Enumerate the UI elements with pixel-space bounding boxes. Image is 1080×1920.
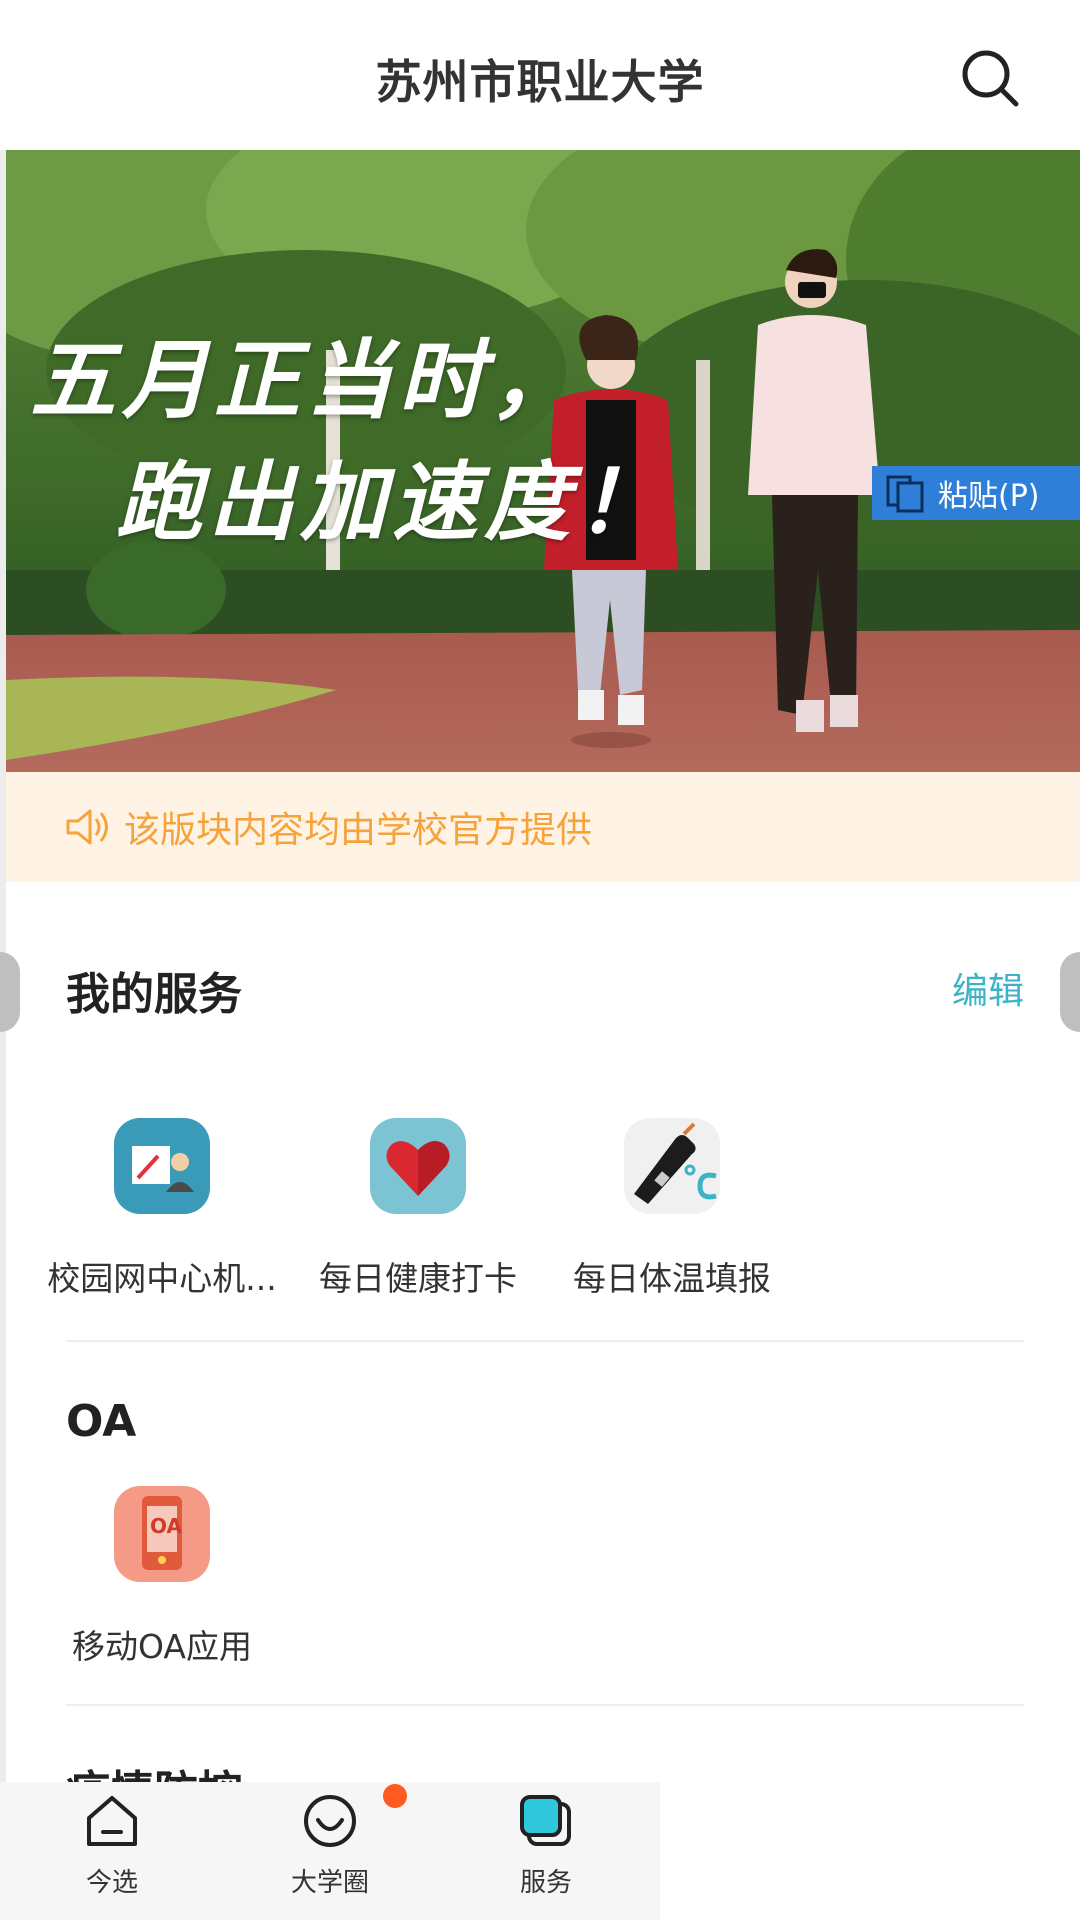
tab-services[interactable]: 服务	[486, 1792, 606, 1899]
notice-text: 该版块内容均由学校官方提供	[124, 810, 593, 851]
mobile-oa-icon: OA	[114, 1486, 210, 1582]
thermometer-icon	[624, 1118, 720, 1214]
notification-badge	[383, 1784, 407, 1808]
service-label: 校园网中心机...	[47, 1259, 277, 1298]
service-label: 每日体温填报	[573, 1259, 771, 1298]
bottom-tab-bar: 今选 大学圈 服务	[0, 1782, 660, 1920]
oa-section-title: OA	[66, 1396, 137, 1447]
service-label: 移动OA应用	[72, 1627, 252, 1666]
my-services-title: 我的服务	[66, 969, 242, 1020]
right-scroll-handle[interactable]	[1060, 952, 1080, 1032]
oa-icon-text: OA	[150, 1514, 182, 1538]
banner-slogan-line2: 跑出加速度！	[116, 452, 668, 553]
campus-network-icon	[114, 1118, 210, 1214]
left-scroll-handle[interactable]	[0, 952, 20, 1032]
edit-button[interactable]: 编辑	[952, 962, 1024, 1014]
divider	[66, 1704, 1024, 1706]
service-item-health-checkin[interactable]: 每日健康打卡	[298, 1118, 538, 1300]
service-label: 每日健康打卡	[319, 1259, 517, 1298]
notice-bar: 该版块内容均由学校官方提供	[6, 772, 1080, 882]
paste-button[interactable]: 粘贴(P)	[872, 466, 1080, 520]
search-icon[interactable]	[958, 46, 1022, 110]
service-item-campus-network[interactable]: 校园网中心机...	[42, 1118, 282, 1300]
tab-label: 大学圈	[290, 1868, 369, 1898]
tab-university-circle[interactable]: 大学圈	[270, 1792, 390, 1899]
home-icon	[87, 1796, 137, 1846]
tab-label: 服务	[519, 1868, 572, 1898]
service-icon	[520, 1795, 571, 1846]
speaker-icon	[66, 809, 108, 845]
divider	[66, 1340, 1024, 1342]
top-bar: 苏州市职业大学	[0, 0, 1080, 150]
service-item-mobile-oa[interactable]: OA 移动OA应用	[42, 1486, 282, 1668]
service-item-temperature[interactable]: 每日体温填报	[552, 1118, 792, 1300]
paste-icon	[886, 475, 924, 513]
paste-label: 粘贴(P)	[938, 479, 1040, 514]
smile-icon	[304, 1795, 356, 1847]
tab-today[interactable]: 今选	[52, 1792, 172, 1899]
banner-slogan-line1: 五月正当时，	[30, 330, 582, 431]
tab-label: 今选	[85, 1868, 138, 1898]
banner-carousel[interactable]: 五月正当时， 跑出加速度！ 粘贴(P)	[6, 150, 1080, 772]
page-title: 苏州市职业大学	[375, 55, 705, 109]
heart-icon	[370, 1118, 466, 1214]
epidemic-section-title: 疫情防控	[66, 1756, 242, 1782]
